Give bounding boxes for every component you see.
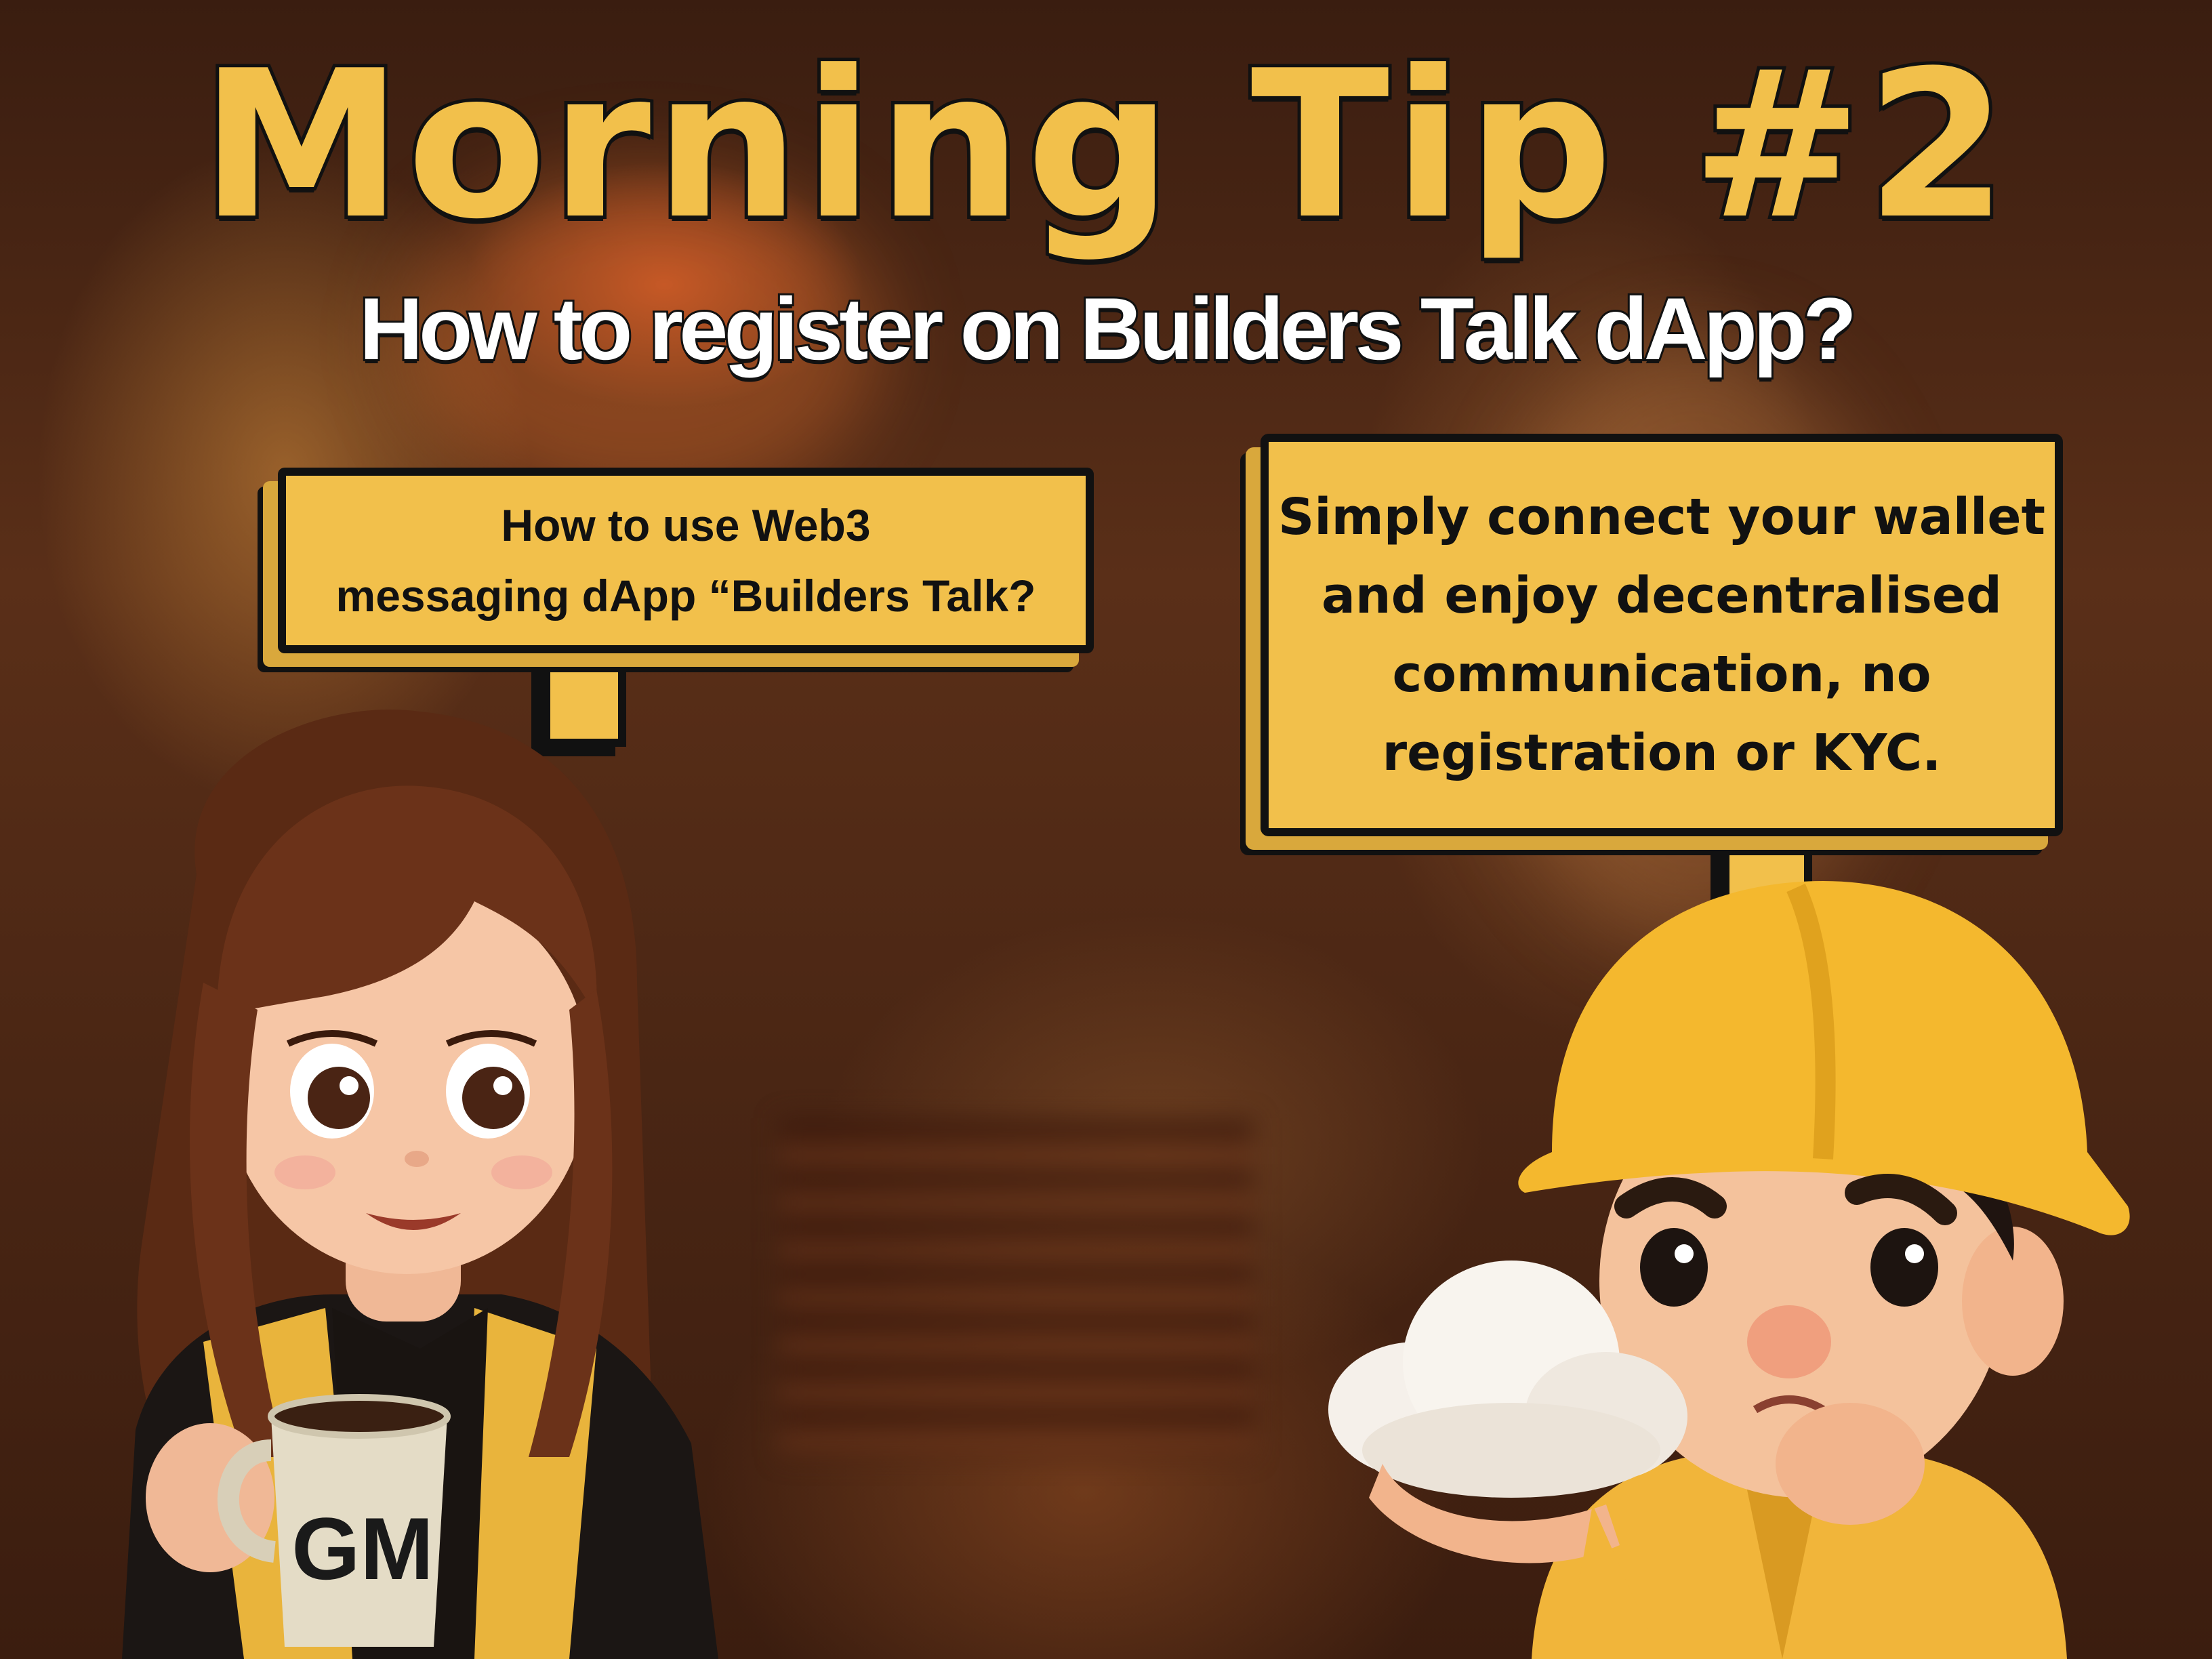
question-line: messaging dApp “Builders Talk? [335,571,1036,621]
question-speech-bubble: How to use Web3 messaging dApp “Builders… [278,468,1094,653]
background-stairs [779,1118,1254,1457]
answer-speech-bubble: Simply connect your wallet and enjoy dec… [1261,434,2063,836]
illustration-scene: Morning Tip #2 How to register on Builde… [0,0,2212,1659]
page-subtitle: How to register on Builders Talk dApp? [357,277,1859,380]
page-title: Morning Tip #2 [197,24,2012,267]
builder-character-illustration [1328,881,2130,1659]
question-line: How to use Web3 [501,500,871,550]
answer-line: registration or KYC. [1382,724,1942,782]
mug-label: GM [291,1499,433,1598]
answer-text: Simply connect your wallet and enjoy dec… [1278,478,2045,792]
answer-line: communication, no [1392,645,1931,703]
answer-line: and enjoy decentralised [1321,567,2003,625]
answer-line: Simply connect your wallet [1278,488,2045,546]
girl-character-illustration: GM [122,710,718,1659]
question-text: How to use Web3 messaging dApp “Builders… [336,490,1036,631]
